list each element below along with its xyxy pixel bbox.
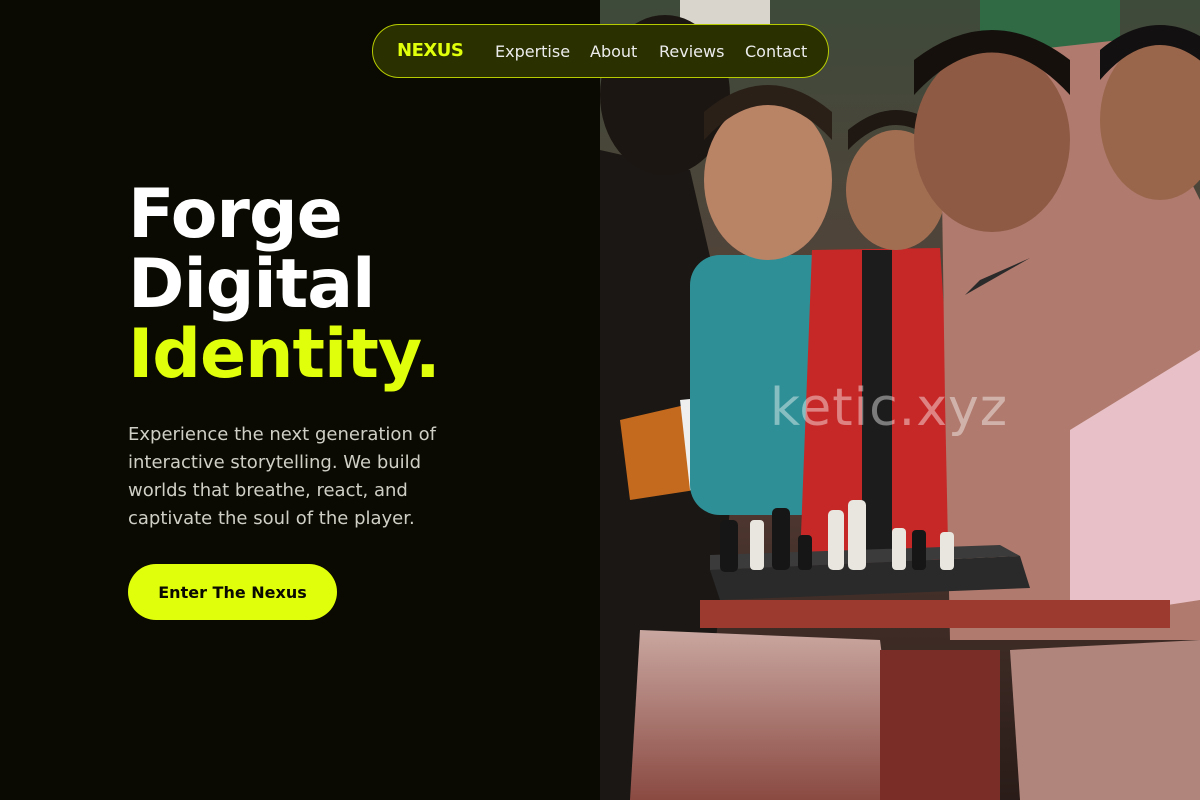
hero-headline: Forge Digital Identity.	[128, 175, 441, 394]
headline-line-identity: Identity.	[128, 315, 441, 394]
page: Forge Digital Identity. Experience the n…	[0, 0, 1200, 800]
nav-link-contact[interactable]: Contact	[745, 42, 807, 61]
nav-link-expertise[interactable]: Expertise	[495, 42, 570, 61]
headline-line-digital: Digital	[128, 245, 375, 324]
hero-description: Experience the next generation of intera…	[128, 424, 436, 529]
nexus-logo[interactable]: NEXUS	[397, 40, 464, 61]
headline-line-forge: Forge	[128, 175, 343, 254]
hero-left-panel: Forge Digital Identity. Experience the n…	[0, 0, 600, 800]
nav-link-about[interactable]: About	[590, 42, 637, 61]
hero-image: ketic.xyz	[600, 0, 1200, 800]
image-watermark: ketic.xyz	[770, 378, 1009, 438]
nav-link-reviews[interactable]: Reviews	[659, 42, 724, 61]
enter-nexus-button[interactable]: Enter The Nexus	[128, 564, 337, 620]
top-navigation: NEXUS Expertise About Reviews Contact	[372, 24, 829, 78]
